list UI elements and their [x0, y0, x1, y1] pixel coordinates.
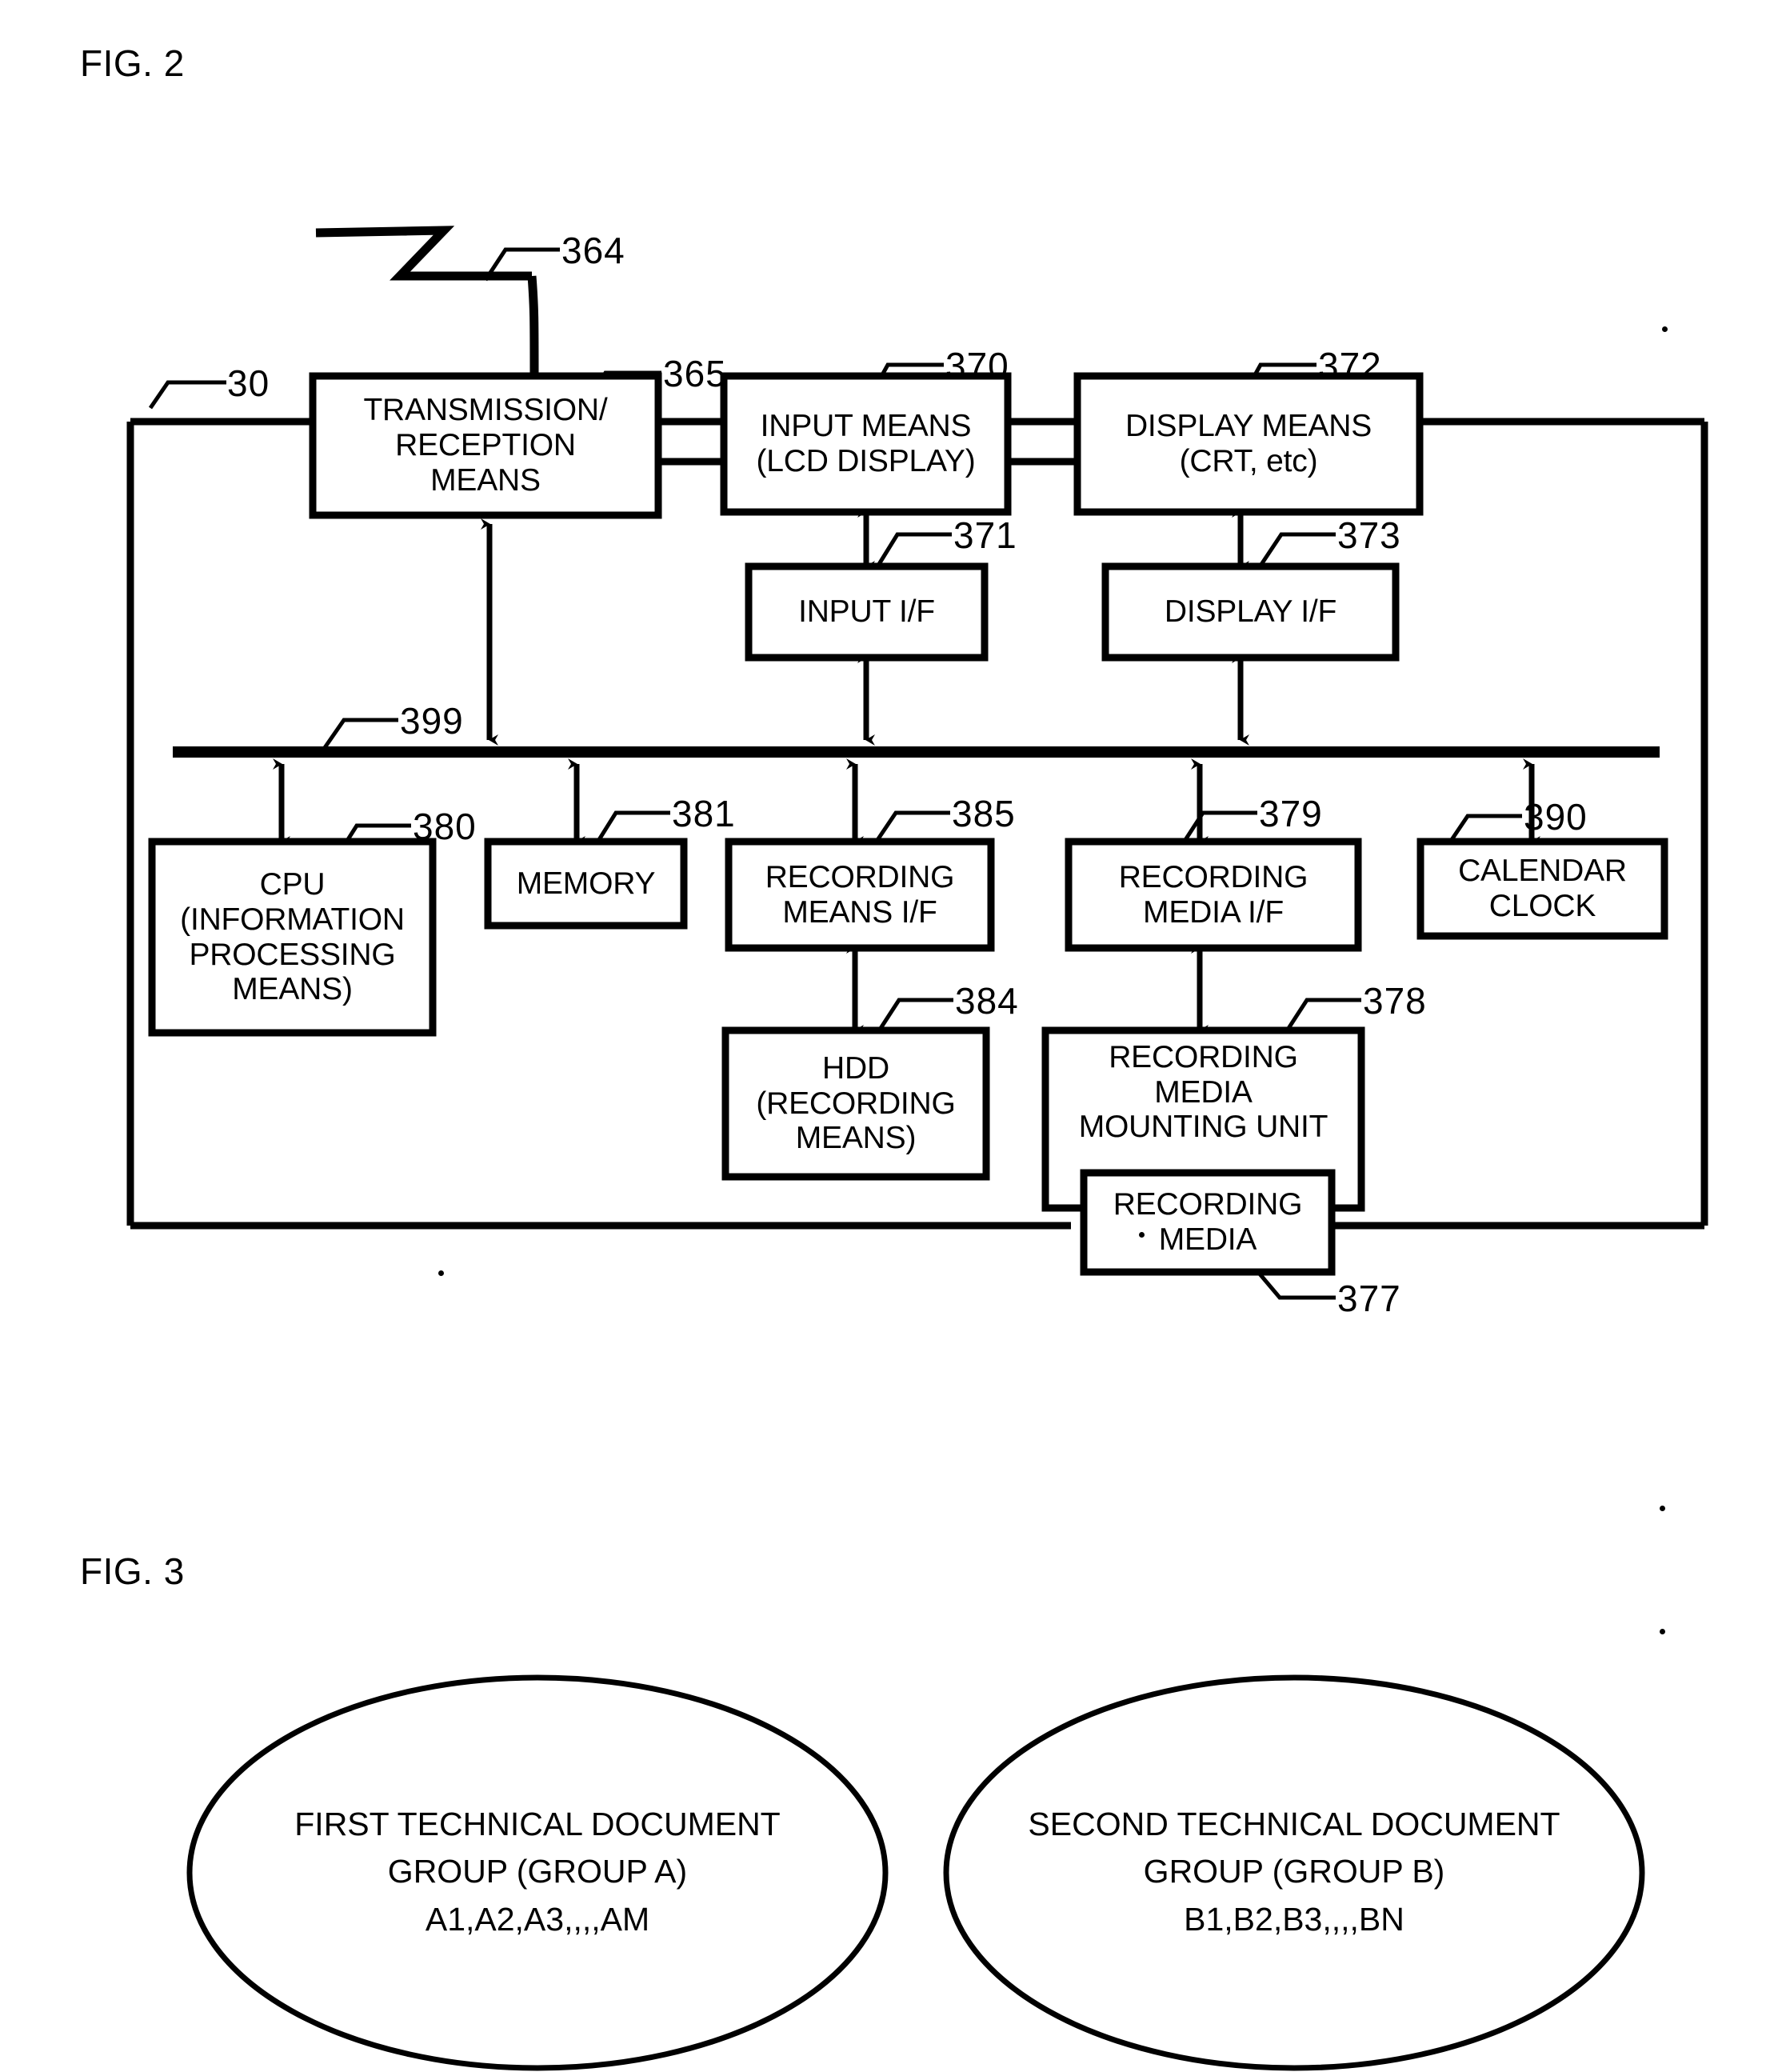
- group-b-line-2: GROUP (GROUP B): [1143, 1853, 1445, 1890]
- label-input-means: INPUT MEANS (LCD DISPLAY): [756, 409, 976, 478]
- scan-speck-3: [1660, 1506, 1665, 1511]
- group-a-line-3: A1,A2,A3,,,,AM: [425, 1900, 650, 1938]
- ref-365: 365: [663, 353, 727, 394]
- oval-label-group-b: SECOND TECHNICAL DOCUMENT GROUP (GROUP B…: [946, 1768, 1642, 1976]
- label-input-if: INPUT I/F: [798, 594, 935, 630]
- ref-379: 379: [1259, 793, 1323, 834]
- ref-399: 399: [400, 700, 464, 742]
- label-display-means: DISPLAY MEANS (CRT, etc): [1125, 409, 1372, 478]
- label-memory: MEMORY: [516, 866, 656, 901]
- ref-385: 385: [952, 793, 1016, 834]
- label-recording-media-mounting-unit: RECORDING MEDIA MOUNTING UNIT: [1078, 1040, 1329, 1145]
- scan-speck-2: [1662, 326, 1668, 332]
- label-recording-means-if: RECORDING MEANS I/F: [765, 859, 955, 930]
- ref-390: 390: [1524, 796, 1588, 838]
- ref-30: 30: [227, 362, 270, 404]
- group-b-line-1: SECOND TECHNICAL DOCUMENT: [1028, 1805, 1560, 1842]
- ref-364: 364: [561, 230, 625, 271]
- ref-378: 378: [1363, 980, 1427, 1022]
- ref-381: 381: [672, 793, 736, 834]
- label-recording-media: RECORDING MEDIA: [1113, 1187, 1303, 1257]
- group-b-line-3: B1,B2,B3,,,,BN: [1184, 1900, 1404, 1938]
- label-recording-media-if: RECORDING MEDIA I/F: [1118, 859, 1309, 930]
- scan-speck-4: [1660, 1629, 1665, 1634]
- oval-label-group-a: FIRST TECHNICAL DOCUMENT GROUP (GROUP A)…: [190, 1768, 885, 1976]
- ref-373: 373: [1337, 514, 1401, 556]
- group-a-line-1: FIRST TECHNICAL DOCUMENT: [294, 1805, 781, 1842]
- label-calendar-clock: CALENDAR CLOCK: [1458, 854, 1627, 923]
- label-transmission-reception: TRANSMISSION/ RECEPTION MEANS: [363, 393, 608, 498]
- ref-384: 384: [955, 980, 1019, 1022]
- figure-label-fig3: FIG. 3: [80, 1550, 185, 1592]
- label-display-if: DISPLAY I/F: [1164, 594, 1337, 630]
- group-a-line-2: GROUP (GROUP A): [387, 1853, 688, 1890]
- ref-377: 377: [1337, 1278, 1401, 1319]
- label-cpu: CPU (INFORMATION PROCESSING MEANS): [180, 867, 405, 1007]
- scan-speck-1: [438, 1270, 444, 1276]
- patent-drawing-sheet: FIG. 2 FIG. 3 30 364 365 370 371 372 373…: [0, 0, 1782, 2072]
- ref-371: 371: [953, 514, 1017, 556]
- label-hdd: HDD (RECORDING MEANS): [756, 1050, 956, 1156]
- scan-speck-5: [1139, 1232, 1145, 1238]
- figure-label-fig2: FIG. 2: [80, 42, 185, 84]
